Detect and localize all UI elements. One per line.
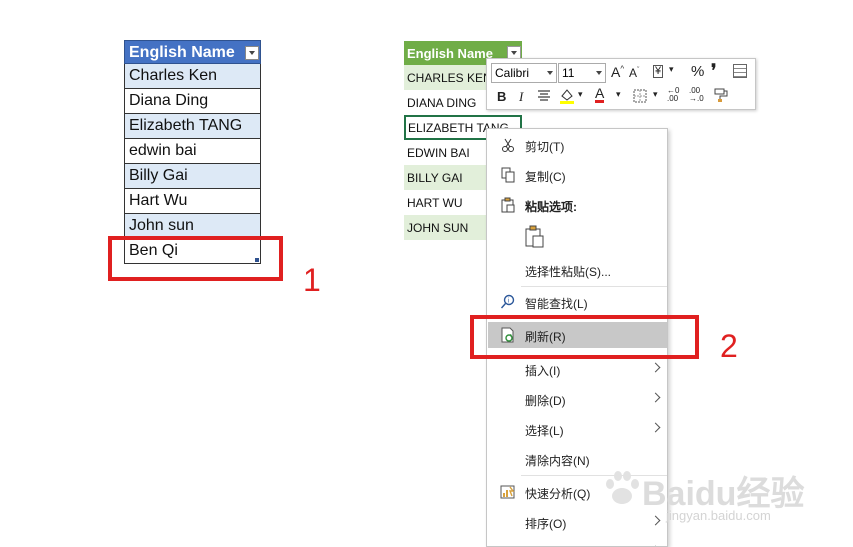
cell-text: John sun xyxy=(129,217,194,234)
paste-button[interactable] xyxy=(523,225,547,249)
mini-toolbar: Calibri 11 A^ Aˇ ¥ ▾ % ❜ B I ▾ A ▾ ▾ ←0.… xyxy=(486,58,756,110)
chevron-down-icon xyxy=(547,71,553,75)
table-row[interactable]: Diana Ding xyxy=(124,89,261,114)
font-size-combo[interactable]: 11 xyxy=(558,63,606,83)
decrease-decimal-icon[interactable]: .00 →.0 xyxy=(689,87,704,103)
comma-style-icon[interactable]: ❜ xyxy=(711,61,716,81)
left-header-label: English Name xyxy=(129,44,235,61)
table-row[interactable]: Hart Wu xyxy=(124,189,261,214)
cell-text: DIANA DING xyxy=(407,96,477,110)
cell-text: JOHN SUN xyxy=(407,221,469,235)
cell-text: Hart Wu xyxy=(129,192,188,209)
cell-text: Charles Ken xyxy=(129,67,218,84)
accounting-format-icon[interactable]: ¥ xyxy=(653,65,664,78)
shrink-font-icon[interactable]: Aˇ xyxy=(629,66,639,80)
chevron-down-icon[interactable]: ▾ xyxy=(578,89,583,100)
annotation-label-2: 2 xyxy=(720,328,738,364)
cell-text: Billy Gai xyxy=(129,167,188,184)
chevron-down-icon[interactable]: ▾ xyxy=(669,64,674,75)
font-color-icon[interactable]: A xyxy=(595,86,605,103)
menu-item-label: 选择性粘贴(S)... xyxy=(525,265,611,279)
menu-item-paste-options: 粘贴选项: xyxy=(488,192,667,218)
font-size-value: 11 xyxy=(562,66,575,80)
fill-color-icon[interactable] xyxy=(559,87,575,108)
menu-item-label: 粘贴选项: xyxy=(525,200,577,214)
cell-text: HART WU xyxy=(407,196,463,210)
increase-decimal-icon[interactable]: ←0.00 xyxy=(667,87,679,103)
highlight-box-2 xyxy=(470,315,699,359)
font-name-combo[interactable]: Calibri xyxy=(491,63,557,83)
cell-text: CHARLES KEN xyxy=(407,71,492,85)
italic-button[interactable]: I xyxy=(519,89,523,105)
menu-item-cut[interactable]: 剪切(T) xyxy=(488,132,667,158)
menu-item-delete[interactable]: 删除(D) xyxy=(488,386,667,412)
watermark-url: jingyan.baidu.com xyxy=(666,508,771,523)
paw-icon xyxy=(606,471,639,504)
menu-item-paste-special[interactable]: 选择性粘贴(S)... xyxy=(488,257,667,283)
svg-text:i: i xyxy=(508,298,510,305)
menu-item-copy[interactable]: 复制(C) xyxy=(488,162,667,188)
menu-item-label: 清除内容(N) xyxy=(525,454,590,468)
menu-item-select[interactable]: 选择(L) xyxy=(488,416,667,442)
watermark-logo: Baidu经验 jingyan.baidu.com xyxy=(598,462,838,542)
align-center-icon[interactable] xyxy=(537,89,551,105)
menu-item-label: 选择(L) xyxy=(525,424,564,438)
table-row[interactable]: Charles Ken xyxy=(124,64,261,89)
format-table-icon[interactable] xyxy=(733,64,747,78)
scissors-icon xyxy=(500,137,516,153)
menu-item-label: 快速分析(Q) xyxy=(525,487,591,501)
left-table: English Name Charles Ken Diana Ding Eliz… xyxy=(124,40,261,264)
left-table-header[interactable]: English Name xyxy=(124,40,261,64)
menu-item-label: 剪切(T) xyxy=(525,140,565,154)
format-painter-icon[interactable] xyxy=(713,87,731,106)
menu-separator xyxy=(521,286,667,287)
cell-text: Elizabeth TANG xyxy=(129,117,243,134)
filter-dropdown-icon[interactable] xyxy=(245,46,259,60)
bold-button[interactable]: B xyxy=(497,89,506,104)
table-row[interactable]: Elizabeth TANG xyxy=(124,114,261,139)
copy-icon xyxy=(500,167,516,183)
menu-item-insert[interactable]: 插入(I) xyxy=(488,356,667,382)
right-header-label: English Name xyxy=(407,46,493,61)
grow-font-icon[interactable]: A^ xyxy=(611,64,624,80)
cell-text: Diana Ding xyxy=(129,92,209,109)
menu-item-label: 删除(D) xyxy=(525,394,566,408)
table-row[interactable]: edwin bai xyxy=(124,139,261,164)
chevron-down-icon[interactable]: ▾ xyxy=(616,89,621,100)
menu-item-label: 排序(O) xyxy=(525,517,567,531)
quick-analysis-icon xyxy=(500,484,516,500)
chevron-right-icon xyxy=(650,362,661,373)
clipboard-icon xyxy=(523,225,547,253)
chevron-down-icon[interactable]: ▾ xyxy=(653,89,658,100)
search-icon: i xyxy=(500,294,516,310)
font-name-value: Calibri xyxy=(495,66,530,80)
menu-item-label: 复制(C) xyxy=(525,170,566,184)
cell-text: BILLY GAI xyxy=(407,171,463,185)
cell-text: EDWIN BAI xyxy=(407,146,470,160)
annotation-label-1: 1 xyxy=(303,262,321,298)
table-row[interactable]: Billy Gai xyxy=(124,164,261,189)
chevron-down-icon xyxy=(596,71,602,75)
borders-icon[interactable] xyxy=(633,89,647,106)
clipboard-icon xyxy=(500,197,516,213)
cell-text: edwin bai xyxy=(129,142,197,159)
percent-style-icon[interactable]: % xyxy=(691,63,704,80)
chevron-right-icon xyxy=(650,422,661,433)
chevron-right-icon xyxy=(650,392,661,403)
highlight-box-1 xyxy=(108,236,283,281)
menu-item-label: 智能查找(L) xyxy=(525,297,588,311)
menu-item-label: 插入(I) xyxy=(525,364,561,378)
menu-item-smart-lookup[interactable]: i 智能查找(L) xyxy=(488,289,667,315)
